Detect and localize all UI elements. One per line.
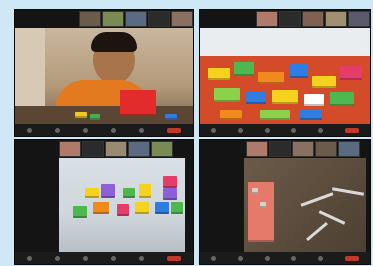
purple-brick: [163, 188, 177, 200]
chat-icon[interactable]: [318, 255, 324, 261]
participants-icon[interactable]: [264, 127, 270, 133]
red-brick: [120, 90, 156, 116]
yellow-brick: [135, 202, 149, 214]
green-brick: [330, 92, 354, 106]
participant-thumbnail[interactable]: [269, 141, 291, 157]
mic-icon[interactable]: [210, 255, 216, 261]
green-brick: [171, 202, 183, 214]
blue-brick: [246, 92, 266, 104]
participant-thumbnail[interactable]: [105, 141, 127, 157]
blue-brick: [165, 114, 177, 120]
chat-icon[interactable]: [139, 255, 145, 261]
orange-brick: [258, 72, 284, 84]
participant-thumbnail[interactable]: [171, 11, 193, 27]
yellow-brick: [208, 68, 230, 80]
purple-brick: [101, 184, 115, 198]
video-feed: [200, 28, 370, 124]
participant-thumbnail[interactable]: [279, 11, 301, 27]
green-brick: [90, 114, 100, 120]
participant-thumbnail[interactable]: [125, 11, 147, 27]
participant-thumbnail[interactable]: [256, 11, 278, 27]
end-button[interactable]: [167, 127, 182, 133]
video-feed: [244, 158, 366, 252]
pink-brick: [117, 204, 129, 216]
stick: [306, 221, 328, 242]
participant-thumbnail[interactable]: [102, 11, 124, 27]
green-brick: [234, 62, 254, 76]
participant-thumbnail[interactable]: [148, 11, 170, 27]
share-icon[interactable]: [291, 127, 297, 133]
participant-thumbnail-strip: [256, 11, 370, 27]
video-icon[interactable]: [237, 255, 243, 261]
participant-thumbnail[interactable]: [325, 11, 347, 27]
blue-brick: [290, 64, 308, 78]
participant-thumbnail[interactable]: [302, 11, 324, 27]
video-icon[interactable]: [54, 127, 60, 133]
video-icon[interactable]: [237, 127, 243, 133]
video-feed: [15, 28, 193, 124]
yellow-brick: [75, 112, 87, 118]
lime-brick: [260, 110, 290, 120]
yellow-brick: [312, 76, 336, 88]
participant-thumbnail[interactable]: [315, 141, 337, 157]
video-feed: [59, 158, 185, 252]
orange-brick: [93, 202, 109, 214]
share-icon[interactable]: [291, 255, 297, 261]
participant-thumbnail[interactable]: [348, 11, 370, 27]
end-button[interactable]: [345, 255, 360, 261]
meeting-controls: [200, 124, 370, 136]
meeting-controls: [15, 252, 193, 264]
participant-thumbnail-strip: [79, 11, 193, 27]
participant-thumbnail[interactable]: [128, 141, 150, 157]
meeting-controls: [15, 124, 193, 136]
lime-brick: [214, 88, 240, 102]
participant-thumbnail[interactable]: [59, 141, 81, 157]
chat-icon[interactable]: [139, 127, 145, 133]
end-button[interactable]: [167, 255, 182, 261]
yellow-brick: [272, 90, 298, 104]
participant-thumbnail[interactable]: [82, 141, 104, 157]
pink-brick: [163, 176, 177, 188]
participant-thumbnail-strip: [246, 141, 360, 157]
participants-icon[interactable]: [82, 127, 88, 133]
stick: [318, 210, 346, 225]
participants-icon[interactable]: [264, 255, 270, 261]
participant-thumbnail-strip: [59, 141, 173, 157]
video-tile-brick-figures[interactable]: [14, 139, 194, 265]
stick: [331, 187, 365, 196]
end-button[interactable]: [345, 127, 360, 133]
participants-icon[interactable]: [82, 255, 88, 261]
pink-brick: [340, 66, 362, 80]
child-hair: [91, 32, 137, 52]
video-tile-child-with-bricks[interactable]: [14, 9, 194, 137]
blue-brick: [155, 202, 169, 214]
orange-brick: [220, 110, 242, 120]
white-brick: [304, 94, 324, 106]
mic-icon[interactable]: [26, 255, 32, 261]
participant-thumbnail[interactable]: [246, 141, 268, 157]
yellow-brick: [85, 188, 99, 198]
blue-brick: [300, 110, 322, 120]
chat-icon[interactable]: [318, 127, 324, 133]
white-stud: [260, 202, 266, 208]
participant-thumbnail[interactable]: [151, 141, 173, 157]
meeting-controls: [200, 252, 370, 264]
video-tile-brick-pile[interactable]: [199, 9, 371, 137]
green-brick: [123, 188, 135, 198]
share-icon[interactable]: [111, 255, 117, 261]
participant-thumbnail[interactable]: [292, 141, 314, 157]
stick: [300, 192, 334, 207]
share-icon[interactable]: [111, 127, 117, 133]
participant-thumbnail[interactable]: [338, 141, 360, 157]
participant-thumbnail[interactable]: [79, 11, 101, 27]
video-tile-bricks-on-table[interactable]: [199, 139, 371, 265]
green-brick: [73, 206, 87, 218]
video-icon[interactable]: [54, 255, 60, 261]
mic-icon[interactable]: [210, 127, 216, 133]
mic-icon[interactable]: [26, 127, 32, 133]
yellow-brick: [139, 184, 151, 198]
white-stud: [252, 188, 258, 194]
